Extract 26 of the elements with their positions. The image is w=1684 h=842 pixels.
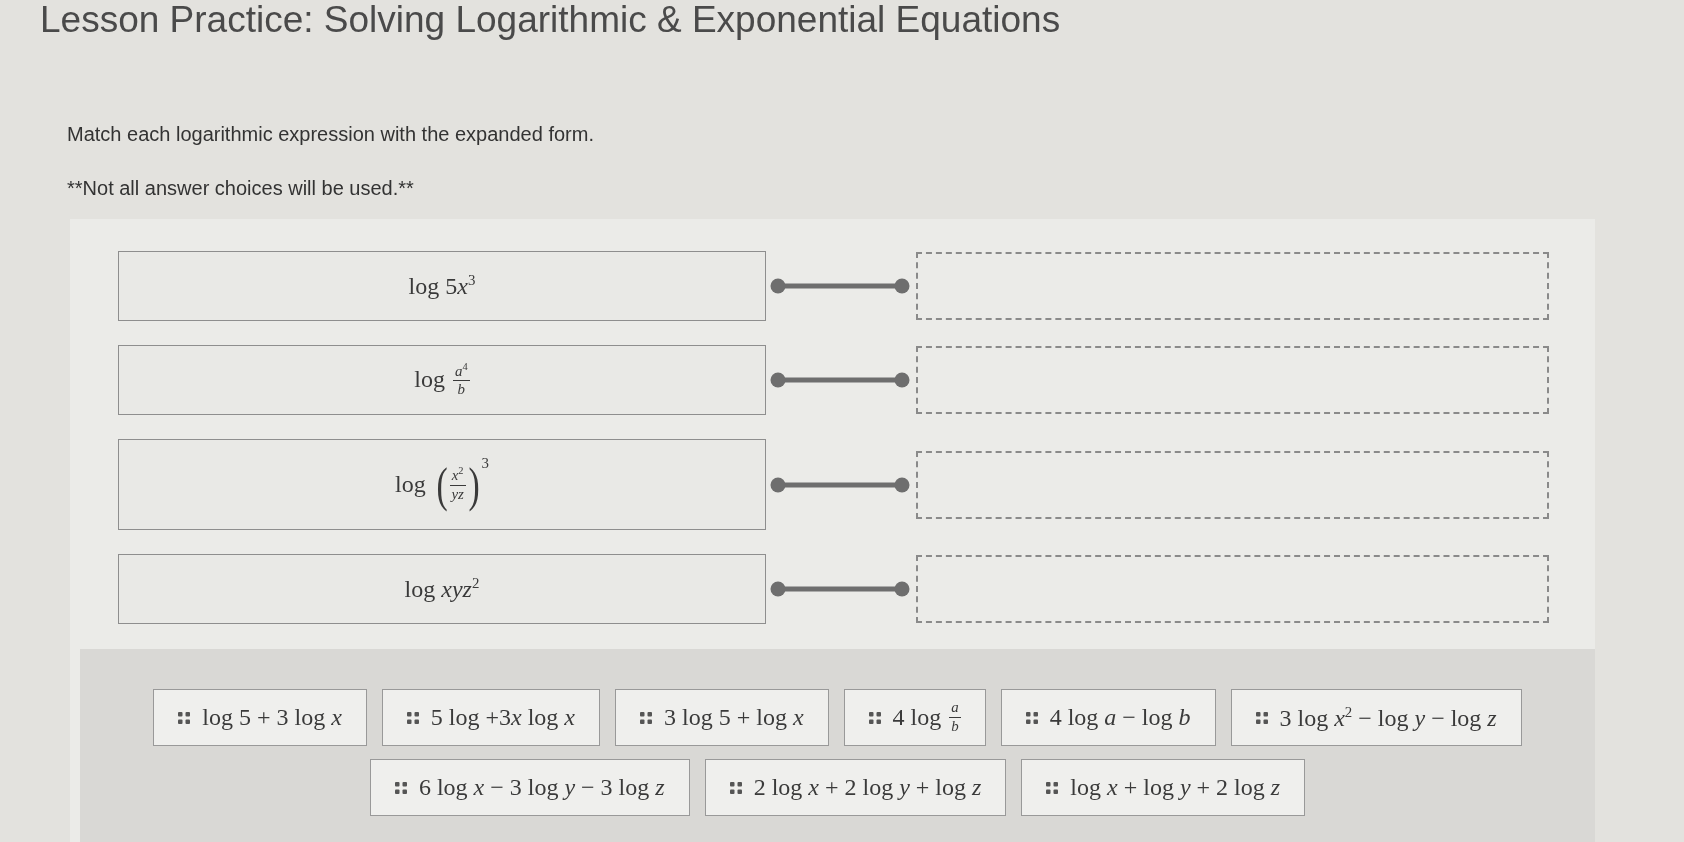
drop-zone[interactable] (916, 252, 1549, 320)
page-title: Lesson Practice: Solving Logarithmic & Exponential Equations (40, 0, 1061, 38)
drag-handle-icon (729, 781, 742, 794)
answer-chip[interactable]: log x + log y + 2 log z (1021, 759, 1306, 816)
drop-zone[interactable] (916, 450, 1549, 519)
drag-handle-icon (640, 711, 652, 724)
note-text: **Not all answer choices will be used.** (67, 176, 414, 200)
drop-zone[interactable] (916, 555, 1549, 623)
drag-handle-icon (406, 711, 419, 724)
drag-handle-icon (178, 711, 191, 724)
answer-chip[interactable]: 3 log x$^{2}$ − log y − log z (1230, 689, 1522, 746)
instruction-text: Match each logarithmic expression with the expanded form. (67, 122, 594, 146)
drag-handle-icon (868, 711, 881, 724)
drop-zone[interactable] (916, 346, 1549, 414)
answer-chip[interactable]: 3 log 5 + log x (615, 689, 829, 746)
drag-handle-icon (1255, 711, 1268, 724)
math-expression: log 5x$^{3}$ (408, 272, 476, 300)
answer-chip[interactable]: 4 log a − log b (1000, 689, 1216, 746)
answer-chip[interactable]: 6 log x − 3 log y − 3 log z (369, 759, 690, 816)
answer-chip[interactable]: log 5 + 3 log x (153, 689, 367, 746)
math-expression: log xyz$^{2}$ (404, 575, 480, 603)
answer-chip[interactable]: 2 log x + 2 log y + log z (704, 759, 1007, 816)
drag-handle-icon (1025, 711, 1038, 724)
answer-chip[interactable]: 5 log +3x log x (381, 689, 600, 746)
drag-handle-icon (394, 781, 407, 794)
drag-handle-icon (1046, 781, 1059, 794)
